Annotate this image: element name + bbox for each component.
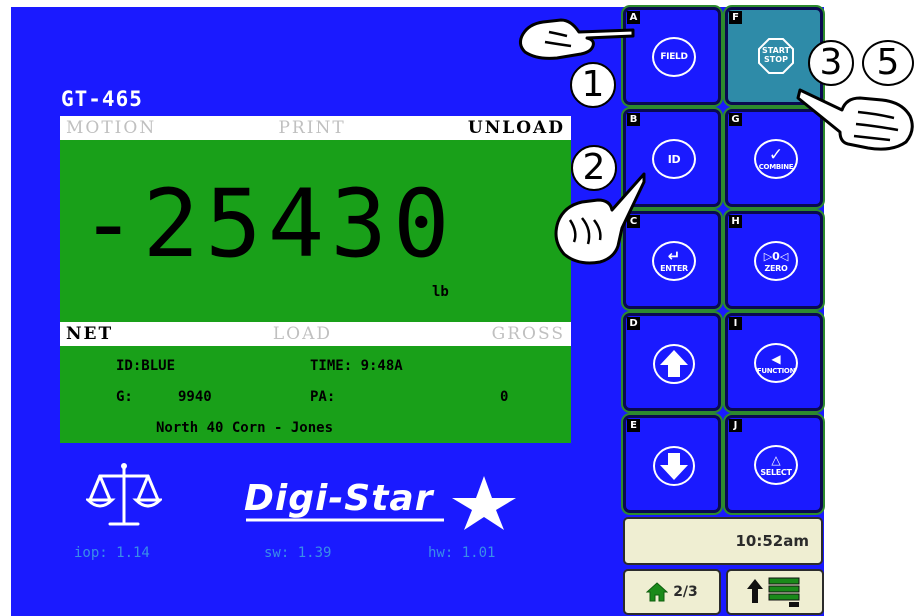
info-panel: ID:BLUE TIME: 9:48A G: 9940 PA: 0 North … <box>60 346 571 443</box>
key-letter-e: E <box>627 419 640 432</box>
callout-one: 1 <box>570 62 616 108</box>
home-icon <box>646 582 669 602</box>
load-indicator: LOAD <box>272 324 332 344</box>
model-title: GT-465 <box>61 87 143 111</box>
softkey-select[interactable]: J △ SELECT <box>725 415 823 513</box>
softkey-zero[interactable]: H ▷0◁ ZERO <box>725 211 823 309</box>
key-letter-b: B <box>627 113 640 126</box>
pointing-hand-icon <box>518 18 635 60</box>
pointing-hand-icon <box>554 172 646 265</box>
digi-star-logo: Digi-Star <box>244 476 516 530</box>
sw-version: sw: 1.39 <box>264 545 332 561</box>
function-icon: ◀ FUNCTION <box>754 343 798 383</box>
time-readout: TIME: 9:48A <box>310 358 403 374</box>
softkey-up[interactable]: D <box>623 313 721 411</box>
g-value: 9940 <box>178 389 212 405</box>
softkey-down[interactable]: E <box>623 415 721 513</box>
softkey-field[interactable]: A FIELD <box>623 7 721 105</box>
scale-icon <box>86 463 162 526</box>
up-arrow-icon <box>653 344 695 384</box>
logo-text: Digi-Star <box>244 478 435 519</box>
key-letter-f: F <box>729 11 742 24</box>
mode-status-bar: NET LOAD GROSS <box>60 322 571 346</box>
key-letter-h: H <box>729 215 742 228</box>
page-indicator: 2/3 <box>673 584 698 600</box>
checkmark-icon: ✓ <box>768 144 784 165</box>
hw-version: hw: 1.01 <box>428 545 496 561</box>
unload-indicator: UNLOAD <box>467 118 565 138</box>
weight-unit: lb <box>432 284 449 300</box>
home-page-button[interactable]: 2/3 <box>623 569 721 615</box>
id-readout: ID:BLUE <box>116 358 176 374</box>
pa-value: 0 <box>500 389 509 405</box>
field-name: North 40 Corn - Jones <box>156 420 334 436</box>
pa-label: PA: <box>310 389 336 405</box>
enter-icon: ↵ ENTER <box>652 241 696 281</box>
start-stop-label: START STOP <box>761 46 791 64</box>
iop-version: iop: 1.14 <box>74 545 150 561</box>
g-label: G: <box>116 389 133 405</box>
enter-arrow-icon: ↵ <box>667 247 681 265</box>
up-arrow-menu-icon <box>747 577 800 607</box>
top-status-bar: MOTION PRINT UNLOAD <box>60 116 571 140</box>
zero-icon: ▷0◁ ZERO <box>754 241 798 281</box>
key-letter-i: I <box>729 317 742 330</box>
field-icon: FIELD <box>652 37 696 77</box>
weight-display: -25430 lb <box>60 140 571 322</box>
down-arrow-icon <box>653 446 695 486</box>
combine-icon: ✓ COMBINE <box>754 139 798 179</box>
motion-indicator: MOTION <box>66 118 157 138</box>
key-letter-j: J <box>729 419 742 432</box>
pointing-hand-icon <box>796 88 914 151</box>
gross-indicator: GROSS <box>491 324 565 344</box>
menu-button[interactable] <box>726 569 824 615</box>
softkey-function[interactable]: I ◀ FUNCTION <box>725 313 823 411</box>
net-indicator: NET <box>66 324 114 344</box>
id-icon: ID <box>652 139 696 179</box>
print-indicator: PRINT <box>278 118 346 138</box>
key-letter-d: D <box>627 317 640 330</box>
key-letter-g: G <box>729 113 742 126</box>
select-icon: △ SELECT <box>754 445 798 485</box>
clock-display: 10:52am <box>623 517 823 565</box>
weight-value: -25430 <box>80 170 456 279</box>
